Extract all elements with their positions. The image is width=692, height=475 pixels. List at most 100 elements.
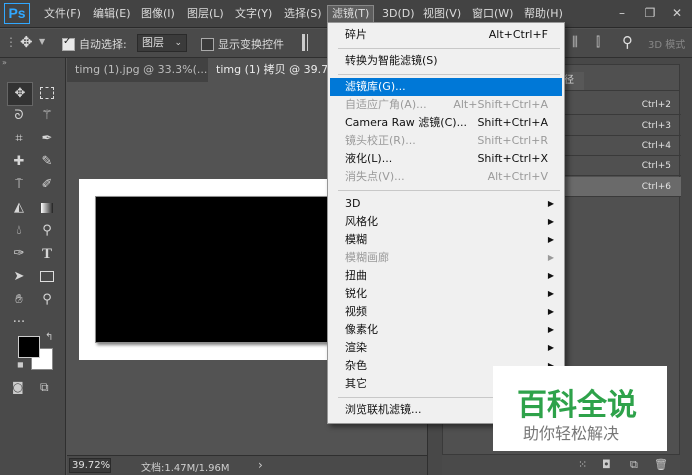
pen-tool-icon[interactable]: ✑ (7, 243, 31, 265)
submenu-arrow-icon: ▶ (547, 235, 554, 244)
move-tool-icon[interactable]: ✥ (7, 82, 33, 106)
menu-image[interactable]: 图像(I) (137, 5, 179, 23)
menu-item-lens-correction[interactable]: 镜头校正(R)... Shift+Ctrl+R (330, 132, 562, 150)
menu-item-render[interactable]: 渲染 ▶ (330, 339, 562, 357)
menu-item-adaptive-wide-angle[interactable]: 自适应广角(A)... Alt+Shift+Ctrl+A (330, 96, 562, 114)
watermark: 百科全说 助你轻松解决 (493, 366, 667, 451)
move-tool-icon[interactable]: ✥ (20, 33, 33, 51)
menu-item-pixelate[interactable]: 像素化 ▶ (330, 321, 562, 339)
auto-select-checkbox[interactable] (62, 36, 75, 51)
panel-collapse-icon[interactable]: » (2, 58, 7, 67)
menu-item-sharpen[interactable]: 锐化 ▶ (330, 285, 562, 303)
menu-item-video[interactable]: 视频 ▶ (330, 303, 562, 321)
menu-item-blur-gallery[interactable]: 模糊画廊 ▶ (330, 249, 562, 267)
panel-footer: ⁙ ◘ ⧉ 🗑︎ (442, 454, 680, 475)
more-tools-icon[interactable]: ··· (7, 312, 31, 334)
menu-separator (338, 48, 560, 49)
eraser-icon[interactable]: ◭ (7, 197, 31, 219)
submenu-arrow-icon: ▶ (547, 307, 554, 316)
menu-item-convert-smart-filter[interactable]: 转换为智能滤镜(S) (330, 52, 562, 70)
rectangle-tool-icon[interactable] (35, 266, 59, 288)
menu-item-distort[interactable]: 扭曲 ▶ (330, 267, 562, 285)
dotted-selection-icon[interactable]: ⁙ (578, 458, 587, 471)
healing-brush-icon[interactable]: ✚ (7, 151, 31, 173)
menu-edit[interactable]: 编辑(E) (89, 5, 135, 23)
menu-view[interactable]: 视图(V) (419, 5, 465, 23)
type-tool-icon[interactable]: T (35, 243, 59, 265)
menu-layer[interactable]: 图层(L) (183, 5, 228, 23)
hand-tool-icon[interactable]: ✋︎ (7, 289, 31, 311)
channel-shortcut-row[interactable]: Ctrl+2 (563, 95, 681, 115)
tab-timg-1[interactable]: timg (1).jpg @ 33.3%(... × (67, 58, 225, 82)
tools-panel: » ✥ ᘐ ⚚ ⌗ ✒ ✚ ✎ ⍑ ✐ ◭ 💧︎ ⚲ ✑ T ➤ ✋︎ ⚲ ··… (0, 58, 66, 475)
paths-tab-fragment[interactable]: 径 (564, 72, 584, 90)
3d-mode-label: 3D 模式 (648, 40, 686, 51)
filter-menu-dropdown: 碎片 Alt+Ctrl+F 转换为智能滤镜(S) 滤镜库(G)... 自适应广角(… (327, 22, 565, 424)
menu-select[interactable]: 选择(S) (280, 5, 326, 23)
chevron-down-icon: ⌄ (174, 38, 182, 48)
menu-type[interactable]: 文字(Y) (231, 5, 276, 23)
show-transform-label: 显示变换控件 (218, 38, 284, 51)
default-colors-icon[interactable]: ◼ (17, 360, 24, 369)
menu-item-filter-gallery[interactable]: 滤镜库(G)... (330, 78, 562, 96)
menu-item-vanishing-point[interactable]: 消失点(V)... Alt+Ctrl+V (330, 168, 562, 186)
brush-tool-icon[interactable]: ✎ (35, 151, 59, 173)
watermark-subtitle: 助你轻松解决 (523, 424, 620, 443)
submenu-arrow-icon: ▶ (547, 253, 554, 262)
menu-item-blur[interactable]: 模糊 ▶ (330, 231, 562, 249)
channel-shortcut-row[interactable]: Ctrl+3 (563, 116, 681, 136)
menu-item-camera-raw[interactable]: Camera Raw 滤镜(C)... Shift+Ctrl+A (330, 114, 562, 132)
menu-item-3d[interactable]: 3D ▶ (330, 195, 562, 213)
align-top-icon[interactable] (302, 34, 308, 51)
channel-shortcut-row-selected[interactable]: Ctrl+6 (563, 177, 681, 197)
history-brush-icon[interactable]: ✐ (35, 174, 59, 196)
new-channel-icon[interactable]: ⧉ (630, 458, 638, 472)
status-bar: 39.72% 文档:1.47M/1.96M › (67, 455, 427, 475)
menu-item-liquify[interactable]: 液化(L)... Shift+Ctrl+X (330, 150, 562, 168)
search-icon[interactable]: ⚲ (622, 33, 633, 51)
foreground-color-swatch-front[interactable] (18, 336, 40, 358)
distribute-icon[interactable]: ⫼ (572, 35, 578, 50)
menu-separator (338, 190, 560, 191)
lasso-tool-icon[interactable]: ᘐ (7, 105, 31, 127)
menu-item-stylize[interactable]: 风格化 ▶ (330, 213, 562, 231)
distribute-vertical-icon[interactable]: ⫿ (596, 35, 600, 50)
zoom-tool-icon[interactable]: ⚲ (35, 289, 59, 311)
tab-label: timg (1).jpg @ 33.3%(... (75, 63, 208, 76)
menu-file[interactable]: 文件(F) (40, 5, 85, 23)
restore-icon[interactable]: ❐ (640, 4, 660, 22)
magic-wand-icon[interactable]: ⚚ (35, 105, 59, 127)
channel-shortcut-row[interactable]: Ctrl+4 (563, 136, 681, 156)
screen-mode-icon[interactable]: ⧉ (40, 380, 49, 395)
delete-icon[interactable]: 🗑︎ (654, 458, 668, 471)
menu-window[interactable]: 窗口(W) (468, 5, 517, 23)
save-selection-icon[interactable]: ◘ (602, 458, 611, 471)
quick-mask-icon[interactable]: ◙ (12, 380, 24, 394)
menu-help[interactable]: 帮助(H) (520, 5, 567, 23)
show-transform-checkbox[interactable] (201, 38, 214, 51)
path-select-icon[interactable]: ➤ (7, 266, 31, 288)
minimize-icon[interactable]: – (612, 4, 632, 22)
crop-tool-icon[interactable]: ⌗ (7, 128, 31, 150)
blur-tool-icon[interactable]: 💧︎ (7, 220, 31, 242)
zoom-level-field[interactable]: 39.72% (69, 458, 111, 473)
black-rectangle-layer (95, 196, 355, 343)
submenu-arrow-icon: ▶ (547, 199, 554, 208)
status-menu-arrow-icon[interactable]: › (258, 458, 263, 472)
gradient-icon[interactable] (35, 197, 59, 219)
menu-separator (338, 74, 560, 75)
panel-divider (564, 90, 680, 91)
close-icon[interactable]: ✕ (667, 4, 687, 22)
swap-colors-icon[interactable]: ↰ (45, 332, 53, 343)
document-size-info: 文档:1.47M/1.96M (141, 463, 230, 474)
submenu-arrow-icon: ▶ (547, 289, 554, 298)
menu-item-fragment[interactable]: 碎片 Alt+Ctrl+F (330, 26, 562, 44)
marquee-tool-icon[interactable] (35, 82, 59, 104)
menu-3d[interactable]: 3D(D) (378, 5, 419, 23)
clone-stamp-icon[interactable]: ⍑ (7, 174, 31, 196)
layer-select-dropdown[interactable]: 图层 ⌄ (137, 34, 187, 52)
dodge-tool-icon[interactable]: ⚲ (35, 220, 59, 242)
channel-shortcut-row[interactable]: Ctrl+5 (563, 156, 681, 176)
chevron-down-icon[interactable]: ▼ (39, 37, 45, 46)
eyedropper-icon[interactable]: ✒ (35, 128, 59, 150)
